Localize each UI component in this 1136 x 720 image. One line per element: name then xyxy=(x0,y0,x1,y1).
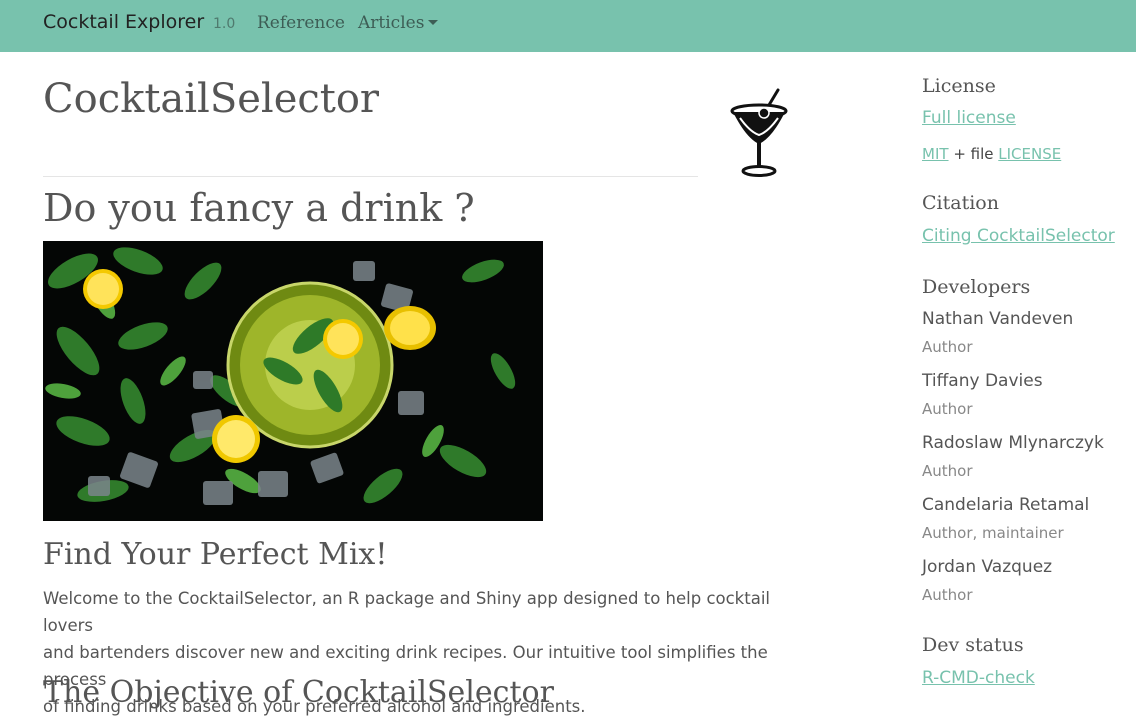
package-title: CocktailSelector xyxy=(43,76,380,122)
developer-name: Tiffany Davies xyxy=(922,371,1043,391)
intro-line: Welcome to the CocktailSelector, an R pa… xyxy=(43,589,770,635)
citation-heading: Citation xyxy=(922,192,999,214)
citation-link[interactable]: Citing CocktailSelector xyxy=(922,226,1115,246)
developer-role: Author xyxy=(922,338,973,356)
developer-role: Author xyxy=(922,462,973,480)
hero-cocktail-image xyxy=(43,241,543,521)
developer-name: Jordan Vazquez xyxy=(922,557,1053,577)
section-heading: Find Your Perfect Mix! xyxy=(43,537,388,572)
next-section-heading: The Objective of CocktailSelector xyxy=(43,675,554,710)
developer-name: Nathan Vandeven xyxy=(922,309,1074,329)
version-label: 1.0 xyxy=(213,16,236,32)
developer-role: Author xyxy=(922,586,973,604)
mit-link[interactable]: MIT xyxy=(922,145,949,163)
title-divider xyxy=(43,176,698,177)
developer-role: Author, maintainer xyxy=(922,524,1064,542)
nav-articles-label: Articles xyxy=(358,13,425,33)
full-license-link[interactable]: Full license xyxy=(922,108,1016,128)
developer-name: Radoslaw Mlynarczyk xyxy=(922,433,1104,453)
plus-file-text: + file xyxy=(953,145,994,163)
page-heading: Do you fancy a drink ? xyxy=(43,186,475,230)
developers-heading: Developers xyxy=(922,276,1031,298)
top-navbar: Cocktail Explorer 1.0 Reference Articles xyxy=(0,0,1136,52)
nav-articles-dropdown[interactable]: Articles xyxy=(358,13,439,33)
license-line: MIT + file LICENSE xyxy=(922,145,1061,163)
license-heading: License xyxy=(922,75,996,97)
martini-glass-icon xyxy=(730,88,788,177)
license-file-link[interactable]: LICENSE xyxy=(998,145,1061,163)
developer-role: Author xyxy=(922,400,973,418)
nav-reference-link[interactable]: Reference xyxy=(257,13,345,33)
r-cmd-check-badge[interactable]: R-CMD-check xyxy=(922,668,1035,688)
caret-down-icon xyxy=(428,20,439,25)
dev-status-heading: Dev status xyxy=(922,634,1024,656)
navbar-brand[interactable]: Cocktail Explorer xyxy=(43,11,204,33)
developer-name: Candelaria Retamal xyxy=(922,495,1090,515)
